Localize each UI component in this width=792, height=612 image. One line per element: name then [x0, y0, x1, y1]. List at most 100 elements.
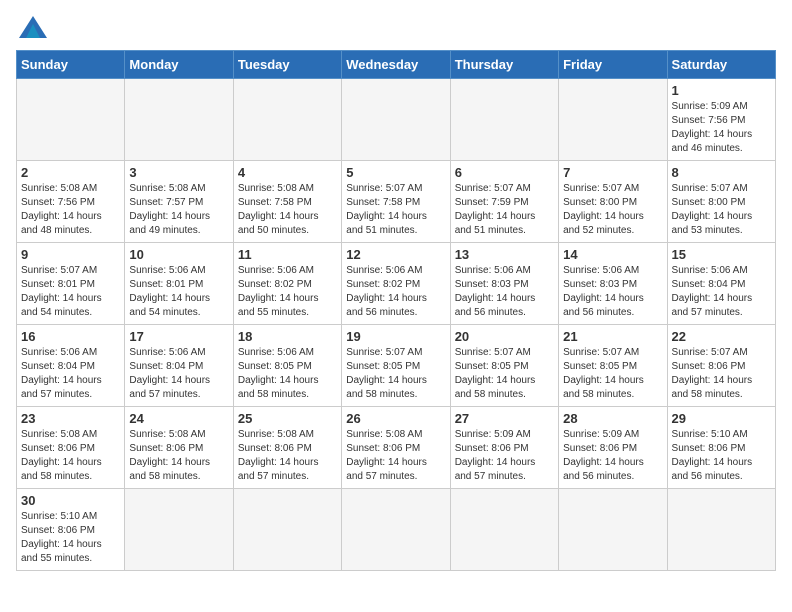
weekday-header-sunday: Sunday	[17, 51, 125, 79]
day-number: 26	[346, 411, 445, 426]
calendar-cell: 10 Sunrise: 5:06 AM Sunset: 8:01 PM Dayli…	[125, 243, 233, 325]
calendar-cell: 27 Sunrise: 5:09 AM Sunset: 8:06 PM Dayli…	[450, 407, 558, 489]
day-detail: Sunrise: 5:06 AM Sunset: 8:04 PM Dayligh…	[21, 346, 120, 402]
calendar-cell: 22Sunrise: 5:07 AM Sunset: 8:06 PM Dayli…	[667, 325, 775, 407]
calendar-cell: 28Sunrise: 5:09 AM Sunset: 8:06 PM Dayli…	[559, 407, 667, 489]
calendar-cell	[342, 489, 450, 571]
day-number: 23	[21, 411, 120, 426]
page-header	[16, 16, 776, 38]
day-detail: Sunrise: 5:08 AM Sunset: 8:06 PM Dayligh…	[21, 428, 120, 484]
day-number: 20	[455, 329, 554, 344]
calendar-cell	[125, 489, 233, 571]
calendar-header: SundayMondayTuesdayWednesdayThursdayFrid…	[17, 51, 776, 79]
day-detail: Sunrise: 5:08 AM Sunset: 8:06 PM Dayligh…	[346, 428, 445, 484]
weekday-header-wednesday: Wednesday	[342, 51, 450, 79]
day-number: 8	[672, 165, 771, 180]
day-detail: Sunrise: 5:06 AM Sunset: 8:02 PM Dayligh…	[346, 264, 445, 320]
weekday-header-thursday: Thursday	[450, 51, 558, 79]
day-number: 13	[455, 247, 554, 262]
day-number: 30	[21, 493, 120, 508]
day-detail: Sunrise: 5:08 AM Sunset: 7:58 PM Dayligh…	[238, 182, 337, 238]
calendar-cell: 21Sunrise: 5:07 AM Sunset: 8:05 PM Dayli…	[559, 325, 667, 407]
day-number: 24	[129, 411, 228, 426]
calendar-cell	[17, 79, 125, 161]
calendar-cell: 29Sunrise: 5:10 AM Sunset: 8:06 PM Dayli…	[667, 407, 775, 489]
calendar-cell	[559, 489, 667, 571]
logo-icon	[19, 16, 47, 38]
day-number: 2	[21, 165, 120, 180]
day-detail: Sunrise: 5:09 AM Sunset: 7:56 PM Dayligh…	[672, 100, 771, 156]
calendar-cell: 5 Sunrise: 5:07 AM Sunset: 7:58 PM Daylig…	[342, 161, 450, 243]
day-detail: Sunrise: 5:07 AM Sunset: 7:58 PM Dayligh…	[346, 182, 445, 238]
calendar-cell: 24 Sunrise: 5:08 AM Sunset: 8:06 PM Dayli…	[125, 407, 233, 489]
day-number: 14	[563, 247, 662, 262]
weekday-header-tuesday: Tuesday	[233, 51, 341, 79]
day-detail: Sunrise: 5:06 AM Sunset: 8:03 PM Dayligh…	[563, 264, 662, 320]
day-number: 10	[129, 247, 228, 262]
calendar-cell: 23 Sunrise: 5:08 AM Sunset: 8:06 PM Dayli…	[17, 407, 125, 489]
calendar-cell	[233, 489, 341, 571]
day-detail: Sunrise: 5:09 AM Sunset: 8:06 PM Dayligh…	[455, 428, 554, 484]
day-detail: Sunrise: 5:07 AM Sunset: 8:05 PM Dayligh…	[563, 346, 662, 402]
page-container: SundayMondayTuesdayWednesdayThursdayFrid…	[0, 0, 792, 587]
calendar-week-3: 16 Sunrise: 5:06 AM Sunset: 8:04 PM Dayli…	[17, 325, 776, 407]
day-number: 27	[455, 411, 554, 426]
day-detail: Sunrise: 5:10 AM Sunset: 8:06 PM Dayligh…	[21, 510, 120, 566]
calendar-cell: 17Sunrise: 5:06 AM Sunset: 8:04 PM Dayli…	[125, 325, 233, 407]
day-number: 28	[563, 411, 662, 426]
day-number: 3	[129, 165, 228, 180]
day-detail: Sunrise: 5:08 AM Sunset: 8:06 PM Dayligh…	[129, 428, 228, 484]
weekday-header-friday: Friday	[559, 51, 667, 79]
calendar-cell: 3Sunrise: 5:08 AM Sunset: 7:57 PM Daylig…	[125, 161, 233, 243]
calendar-week-1: 2 Sunrise: 5:08 AM Sunset: 7:56 PM Daylig…	[17, 161, 776, 243]
day-detail: Sunrise: 5:07 AM Sunset: 8:01 PM Dayligh…	[21, 264, 120, 320]
calendar-cell: 9 Sunrise: 5:07 AM Sunset: 8:01 PM Daylig…	[17, 243, 125, 325]
calendar-cell: 8Sunrise: 5:07 AM Sunset: 8:00 PM Daylig…	[667, 161, 775, 243]
calendar-cell: 26 Sunrise: 5:08 AM Sunset: 8:06 PM Dayli…	[342, 407, 450, 489]
calendar-cell: 14 Sunrise: 5:06 AM Sunset: 8:03 PM Dayli…	[559, 243, 667, 325]
calendar-cell	[450, 79, 558, 161]
calendar-week-0: 1 Sunrise: 5:09 AM Sunset: 7:56 PM Daylig…	[17, 79, 776, 161]
calendar-cell: 4 Sunrise: 5:08 AM Sunset: 7:58 PM Daylig…	[233, 161, 341, 243]
calendar-cell: 13 Sunrise: 5:06 AM Sunset: 8:03 PM Dayli…	[450, 243, 558, 325]
day-number: 4	[238, 165, 337, 180]
calendar-cell: 1 Sunrise: 5:09 AM Sunset: 7:56 PM Daylig…	[667, 79, 775, 161]
day-number: 7	[563, 165, 662, 180]
calendar-cell	[125, 79, 233, 161]
day-detail: Sunrise: 5:08 AM Sunset: 8:06 PM Dayligh…	[238, 428, 337, 484]
day-detail: Sunrise: 5:07 AM Sunset: 8:00 PM Dayligh…	[563, 182, 662, 238]
calendar-cell	[559, 79, 667, 161]
calendar-cell: 16 Sunrise: 5:06 AM Sunset: 8:04 PM Dayli…	[17, 325, 125, 407]
calendar-cell: 2 Sunrise: 5:08 AM Sunset: 7:56 PM Daylig…	[17, 161, 125, 243]
day-detail: Sunrise: 5:06 AM Sunset: 8:01 PM Dayligh…	[129, 264, 228, 320]
day-number: 5	[346, 165, 445, 180]
calendar-cell: 7 Sunrise: 5:07 AM Sunset: 8:00 PM Daylig…	[559, 161, 667, 243]
day-detail: Sunrise: 5:06 AM Sunset: 8:03 PM Dayligh…	[455, 264, 554, 320]
day-detail: Sunrise: 5:06 AM Sunset: 8:02 PM Dayligh…	[238, 264, 337, 320]
day-number: 1	[672, 83, 771, 98]
calendar-cell: 30 Sunrise: 5:10 AM Sunset: 8:06 PM Dayli…	[17, 489, 125, 571]
calendar-cell	[233, 79, 341, 161]
weekday-header-saturday: Saturday	[667, 51, 775, 79]
day-number: 6	[455, 165, 554, 180]
calendar-cell: 18Sunrise: 5:06 AM Sunset: 8:05 PM Dayli…	[233, 325, 341, 407]
day-number: 11	[238, 247, 337, 262]
calendar-table: SundayMondayTuesdayWednesdayThursdayFrid…	[16, 50, 776, 571]
calendar-week-4: 23 Sunrise: 5:08 AM Sunset: 8:06 PM Dayli…	[17, 407, 776, 489]
day-number: 9	[21, 247, 120, 262]
day-number: 12	[346, 247, 445, 262]
day-number: 16	[21, 329, 120, 344]
calendar-week-5: 30 Sunrise: 5:10 AM Sunset: 8:06 PM Dayli…	[17, 489, 776, 571]
day-number: 29	[672, 411, 771, 426]
day-detail: Sunrise: 5:06 AM Sunset: 8:04 PM Dayligh…	[672, 264, 771, 320]
day-detail: Sunrise: 5:07 AM Sunset: 8:05 PM Dayligh…	[455, 346, 554, 402]
day-number: 19	[346, 329, 445, 344]
calendar-cell	[342, 79, 450, 161]
calendar-cell: 6Sunrise: 5:07 AM Sunset: 7:59 PM Daylig…	[450, 161, 558, 243]
calendar-cell: 25Sunrise: 5:08 AM Sunset: 8:06 PM Dayli…	[233, 407, 341, 489]
calendar-cell: 20 Sunrise: 5:07 AM Sunset: 8:05 PM Dayli…	[450, 325, 558, 407]
calendar-cell: 15 Sunrise: 5:06 AM Sunset: 8:04 PM Dayli…	[667, 243, 775, 325]
day-number: 18	[238, 329, 337, 344]
day-detail: Sunrise: 5:08 AM Sunset: 7:56 PM Dayligh…	[21, 182, 120, 238]
day-number: 15	[672, 247, 771, 262]
